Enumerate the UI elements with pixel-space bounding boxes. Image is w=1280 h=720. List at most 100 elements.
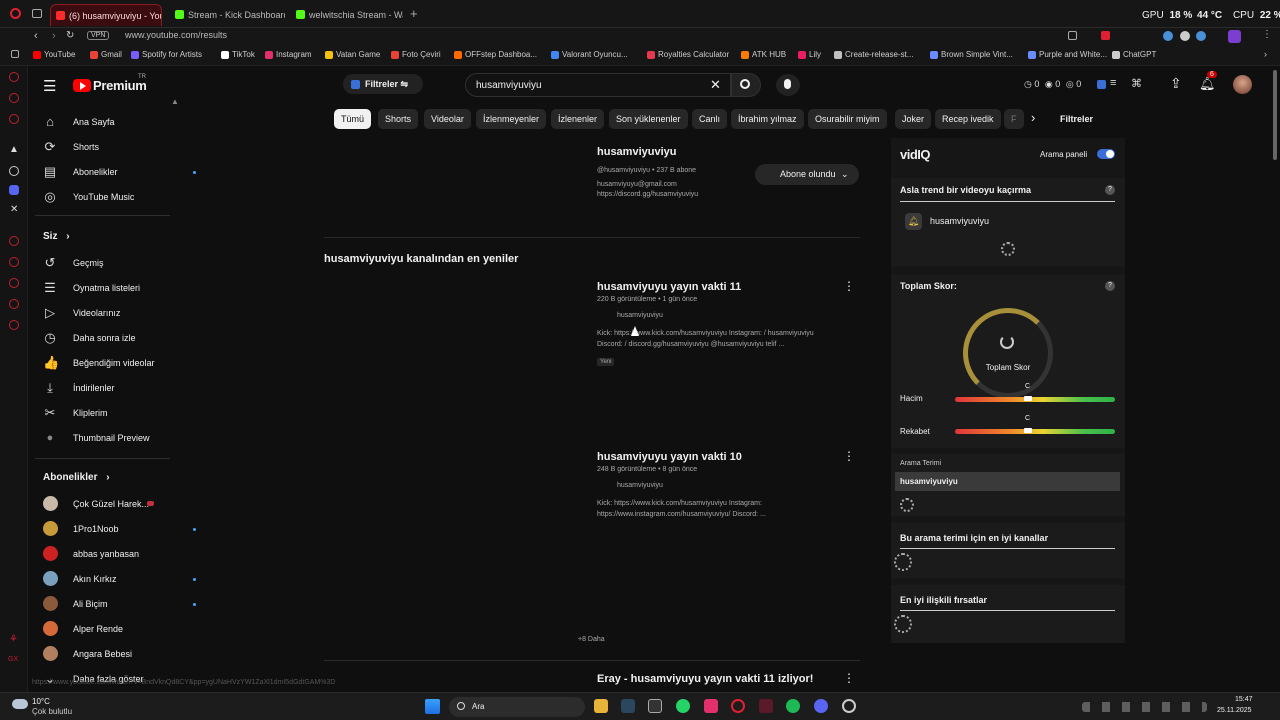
upload-icon[interactable]: ⇪ <box>1170 75 1182 92</box>
subscription-item[interactable]: Ali Biçim <box>43 594 196 614</box>
bookmark-item[interactable]: Brown Simple Vint... <box>930 50 1013 59</box>
filter-chip[interactable]: İzlenenler <box>551 109 605 129</box>
term-value[interactable]: husamviyuviyu <box>895 472 1120 491</box>
bookmark-item[interactable]: OFFstep Dashboa... <box>454 50 537 59</box>
sidebar-item[interactable]: ▤ Abonelikler <box>43 162 196 182</box>
filter-chip[interactable]: Joker <box>895 109 932 129</box>
sidebar-item[interactable]: ⟳ Shorts <box>43 137 99 157</box>
sidebar-item[interactable]: ◷ Daha sonra izle <box>43 328 135 348</box>
bookmark-item[interactable]: ATK HUB <box>741 50 786 59</box>
sidebar-item[interactable]: ▷ Videolarınız <box>43 303 120 323</box>
video-channel[interactable]: husamviyuviyu <box>617 482 867 489</box>
opera-gx-icon[interactable] <box>731 699 745 713</box>
search-box[interactable]: husamviyuviyu ✕ <box>465 73 731 97</box>
sidebar-item[interactable]: ● Thumbnail Preview <box>43 428 150 448</box>
sidebar-item[interactable]: ◎ YouTube Music <box>43 187 134 207</box>
sidebar-you-header[interactable]: Siz › <box>43 227 70 247</box>
whatsapp-icon[interactable] <box>676 699 690 713</box>
filter-chip[interactable]: Canlı <box>692 109 728 129</box>
bookmark-item[interactable]: Create-release-st... <box>834 50 913 59</box>
sidebar-item[interactable]: ↺ Geçmiş <box>43 253 104 273</box>
instagram-icon[interactable] <box>704 699 718 713</box>
extension-icon[interactable] <box>1163 31 1173 41</box>
more-options-icon[interactable]: ⋮ <box>843 449 855 463</box>
more-options-icon[interactable]: ⋮ <box>843 671 855 685</box>
extension-icon[interactable] <box>1101 31 1110 40</box>
bookmark-item[interactable]: Lily <box>798 50 821 59</box>
steam-icon[interactable] <box>621 699 635 713</box>
video-title[interactable]: Eray - husamviyuyu yayın vakti 11 izliyo… <box>597 673 813 685</box>
subscription-item[interactable]: Akın Kırkız <box>43 569 196 589</box>
tab-kick-dashboard[interactable]: Stream - Kick Dashboard <box>170 4 285 26</box>
new-tab-button[interactable]: + <box>410 6 418 21</box>
filters-button[interactable]: Filtreler ⇋ <box>343 74 423 94</box>
sidebar-item[interactable]: 👍 Beğendiğim videolar <box>43 353 155 373</box>
extension-icon[interactable] <box>1180 31 1190 41</box>
tray-icons[interactable] <box>1082 702 1207 712</box>
sidebar-item[interactable]: ⤓ İndirilenler <box>43 378 114 398</box>
sidebar-item[interactable]: ⌂ Ana Sayfa <box>43 112 114 132</box>
trend-channel[interactable]: husamviyuviyu <box>930 216 989 226</box>
subscription-item[interactable]: Çok Güzel Harek... <box>43 494 154 514</box>
help-icon[interactable]: ? <box>1105 185 1115 195</box>
filter-chip[interactable]: Son yüklenenler <box>609 109 688 129</box>
chips-filters-button[interactable]: Filtreler <box>1060 114 1093 124</box>
search-button[interactable] <box>731 73 761 97</box>
sidebar-item[interactable]: ☰ Oynatma listeleri <box>43 278 140 298</box>
subscription-item[interactable]: Alper Rende <box>43 619 123 639</box>
video-title[interactable]: husamviyuyu yayın vakti 11 <box>597 281 867 293</box>
filter-chip[interactable]: Recep ivedik <box>935 109 1001 129</box>
chips-next-icon[interactable]: › <box>1031 110 1035 125</box>
spotify-icon[interactable] <box>786 699 800 713</box>
video-channel[interactable]: husamviyuviyu <box>617 312 867 319</box>
video-title[interactable]: husamviyuyu yayın vakti 10 <box>597 451 867 463</box>
filter-chip[interactable]: F <box>1004 109 1024 129</box>
video-editor-icon[interactable] <box>759 699 773 713</box>
clear-search-icon[interactable]: ✕ <box>710 77 721 93</box>
bookmark-item[interactable]: Foto Çeviri <box>391 50 441 59</box>
subscribed-button[interactable]: Abone olundu ⌄ <box>755 164 859 185</box>
notifications-button[interactable]: 🔔︎ 6 <box>1199 71 1217 92</box>
list-icon[interactable]: ≡ <box>1110 77 1116 89</box>
discord-icon[interactable] <box>814 699 828 713</box>
bookmark-item[interactable]: Royalties Calculator <box>647 50 729 59</box>
subscription-item[interactable]: 1Pro1Noob <box>43 519 196 539</box>
vidiq-settings-icon[interactable]: ⌘ <box>1131 77 1142 90</box>
sidebar-subs-header[interactable]: Abonelikler › <box>43 468 110 488</box>
page-scrollbar[interactable] <box>1273 70 1277 160</box>
more-videos-link[interactable]: +8 Daha <box>578 636 605 643</box>
tab-kick-stream[interactable]: welwitschia Stream - Wat <box>291 4 403 26</box>
bookmark-item[interactable]: ChatGPT <box>1112 50 1156 59</box>
filter-chip[interactable]: Tümü <box>334 109 372 129</box>
channel-name[interactable]: husamviyuviyu <box>597 146 867 158</box>
taskbar-search[interactable]: Ara <box>449 697 585 717</box>
filter-chip[interactable]: Shorts <box>378 109 419 129</box>
channel-link[interactable]: https://discord.gg/husamviyuviyu <box>597 191 867 198</box>
extension-icon[interactable] <box>1196 31 1206 41</box>
help-icon[interactable]: ? <box>1105 281 1115 291</box>
menu-dots-icon[interactable]: ⋮ <box>1262 29 1272 40</box>
filter-chip[interactable]: Videolar <box>424 109 471 129</box>
profile-icon[interactable] <box>1228 30 1241 43</box>
avatar[interactable] <box>1233 75 1252 94</box>
sidebar-scroll-up-icon[interactable]: ▲ <box>171 97 179 106</box>
bookmarks-overflow-icon[interactable]: › <box>1264 49 1267 59</box>
subscription-item[interactable]: Angara Bebesi <box>43 644 132 664</box>
bookmark-item[interactable]: Valorant Oyuncu... <box>551 50 628 59</box>
filter-chip[interactable]: İzlenmeyenler <box>476 109 547 129</box>
voice-search-button[interactable] <box>776 74 800 96</box>
sidebar-item[interactable]: ✂ Kliplerim <box>43 403 108 423</box>
start-button[interactable] <box>425 699 440 714</box>
more-options-icon[interactable]: ⋮ <box>843 279 855 293</box>
file-explorer-icon[interactable] <box>594 699 608 713</box>
settings-icon[interactable] <box>842 699 856 713</box>
subscription-item[interactable]: abbas yanbasan <box>43 544 139 564</box>
video-result[interactable]: husamviyuyu yayın vakti 10 248 B görüntü… <box>597 451 867 531</box>
search-input[interactable]: husamviyuviyu <box>476 80 542 91</box>
panel-toggle[interactable] <box>1097 149 1115 159</box>
bookmark-item[interactable]: TikTok <box>221 50 255 59</box>
filter-chip[interactable]: İbrahim yılmaz <box>731 109 804 129</box>
vidiq-icon[interactable] <box>1097 80 1106 89</box>
bookmark-item[interactable]: Instagram <box>265 50 312 59</box>
extension-icon[interactable] <box>1068 31 1077 40</box>
